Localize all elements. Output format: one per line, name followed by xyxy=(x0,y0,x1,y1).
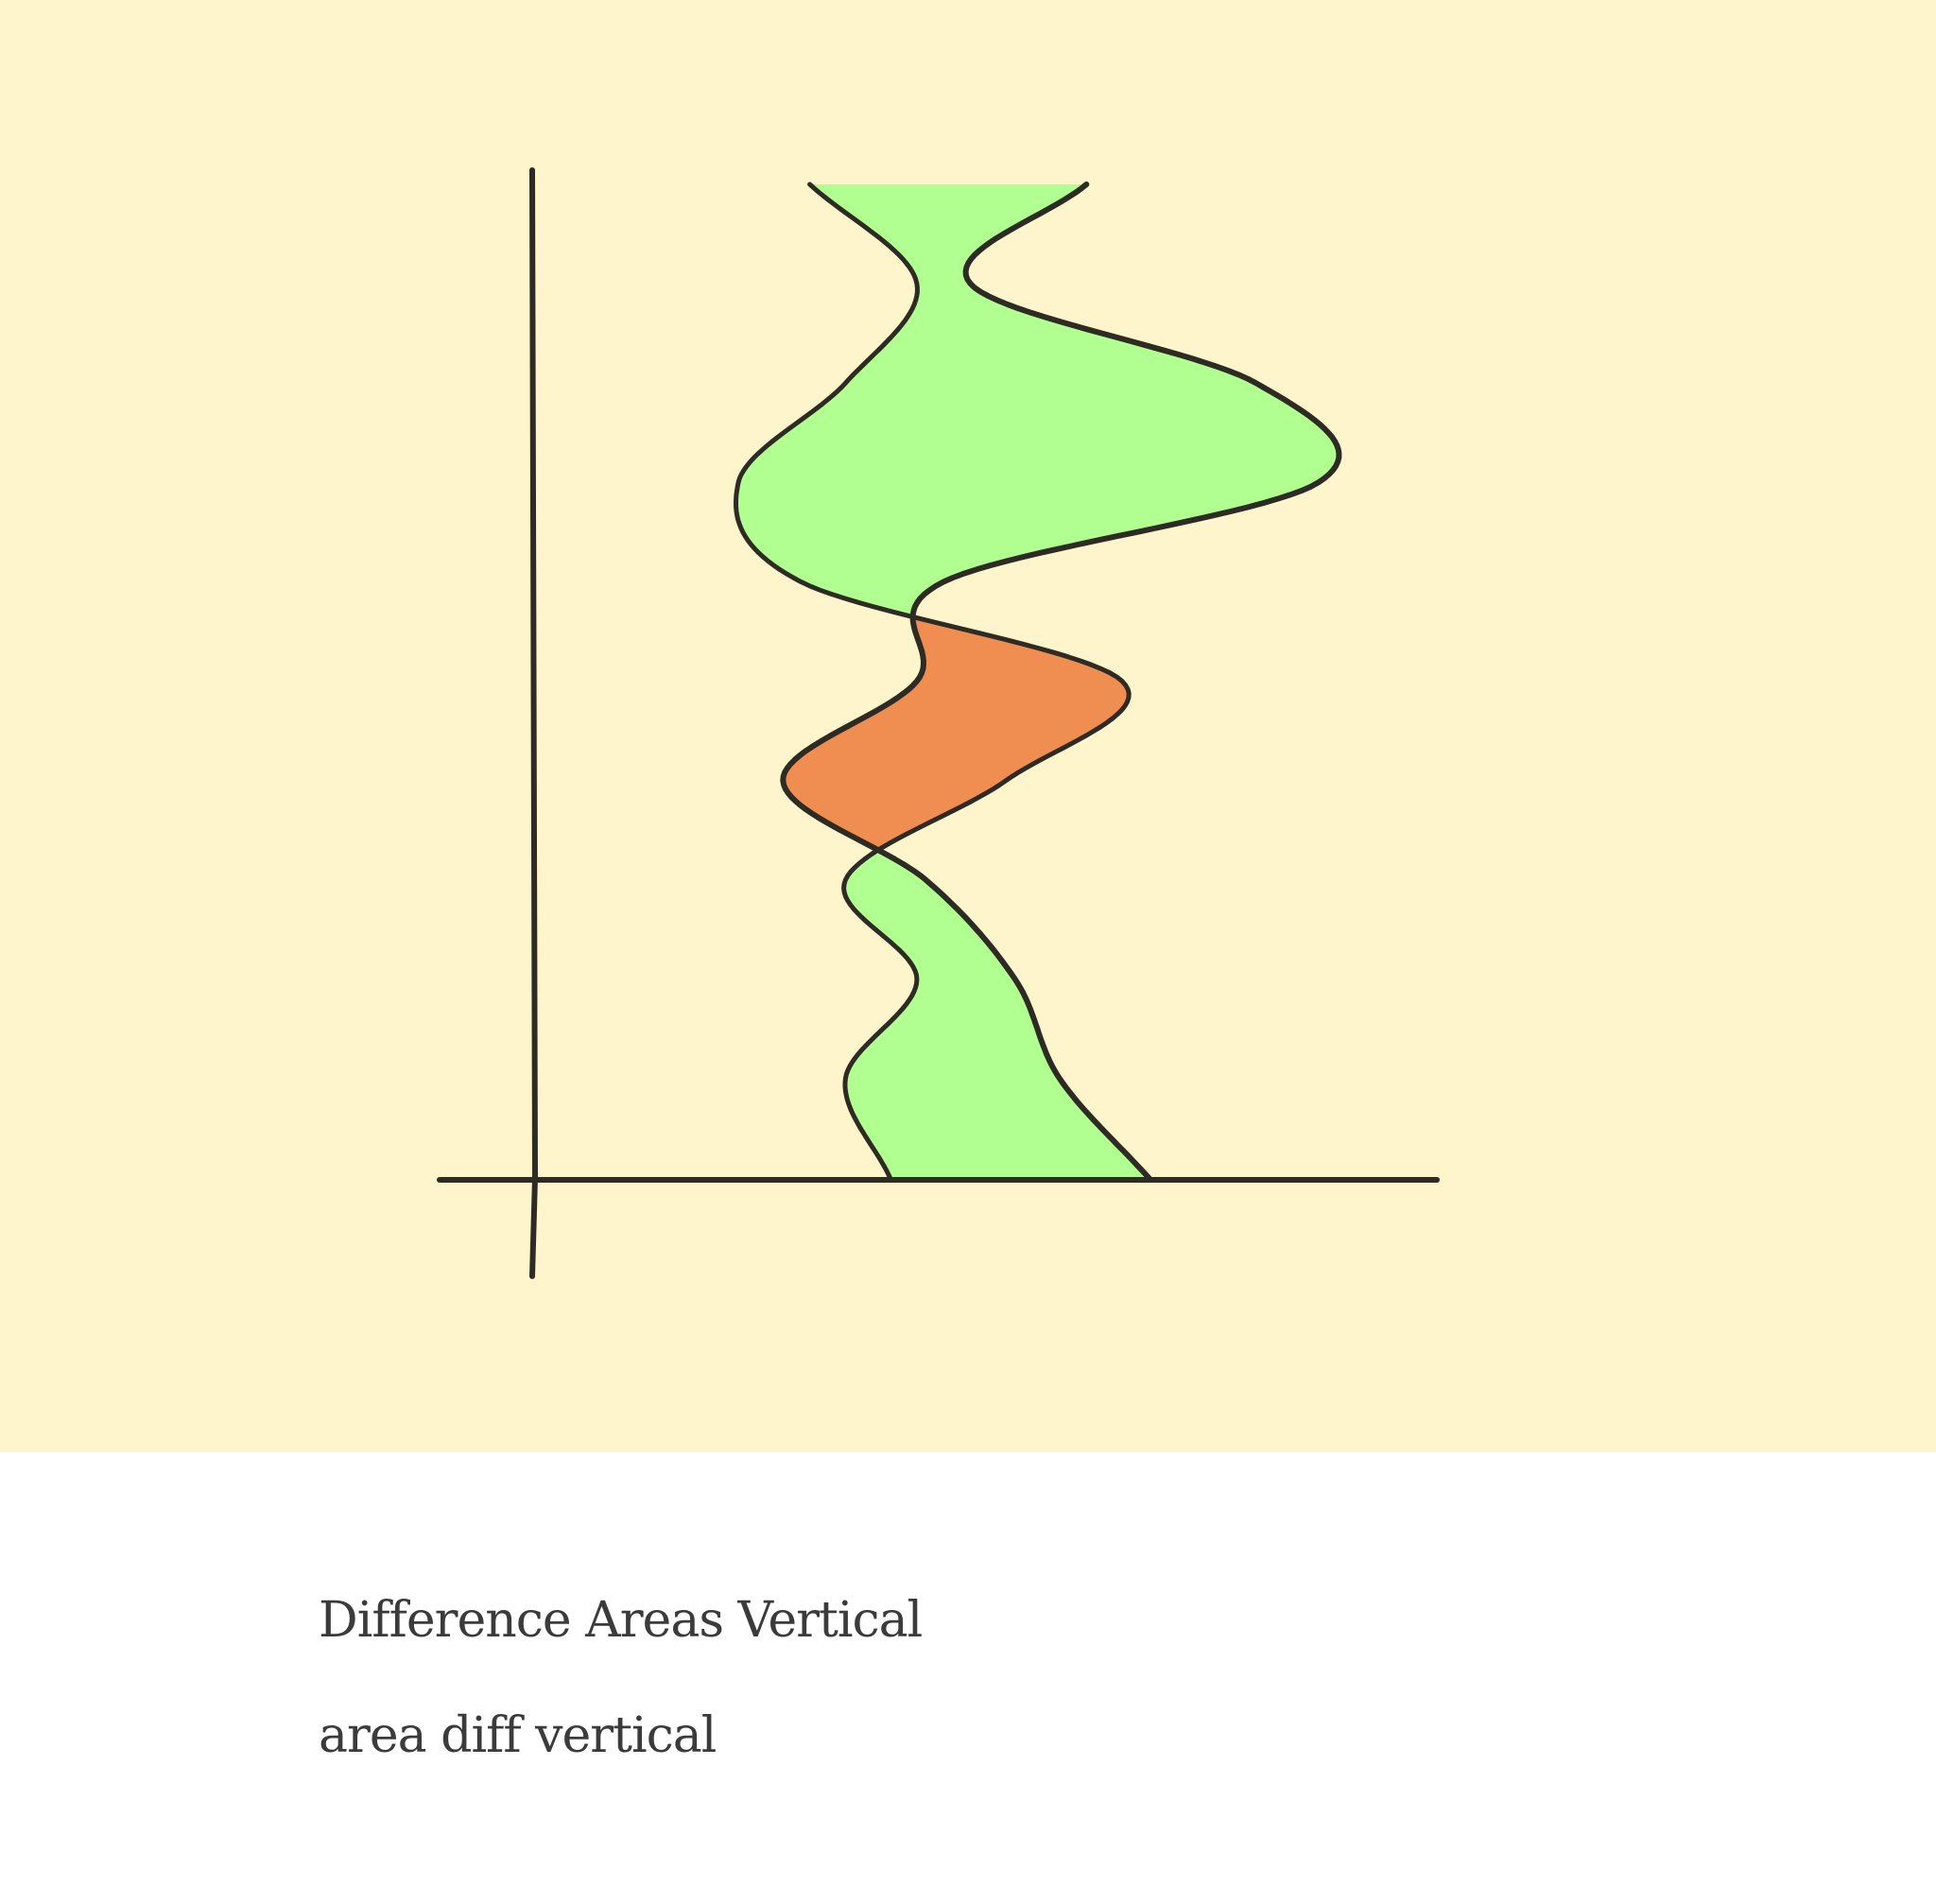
chart-panel xyxy=(0,0,1936,1452)
difference-area-chart xyxy=(437,167,1440,1279)
chart-card: Difference Areas Vertical area diff vert… xyxy=(0,0,1936,1904)
chart-caption-title: Difference Areas Vertical xyxy=(319,1592,923,1649)
y-axis xyxy=(529,167,539,1279)
chart-caption-subtitle: area diff vertical xyxy=(319,1707,717,1764)
